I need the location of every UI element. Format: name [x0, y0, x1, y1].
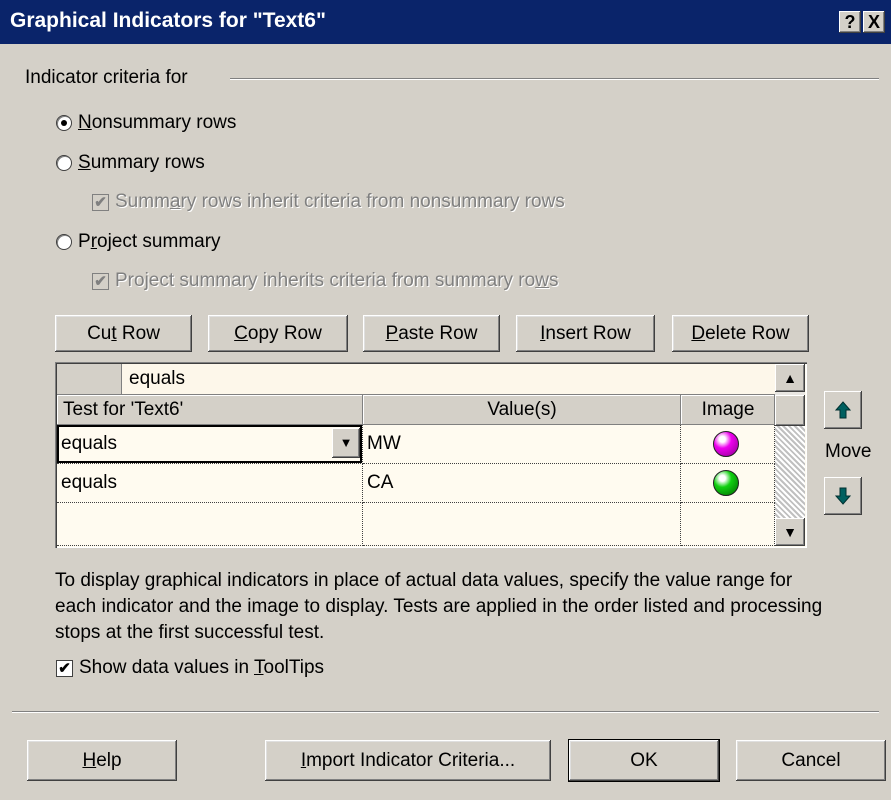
- checkbox-show-tooltips[interactable]: ✔ Show data values in ToolTips: [56, 657, 324, 679]
- row1-value[interactable]: MW: [363, 425, 681, 464]
- header-values[interactable]: Value(s): [363, 395, 681, 425]
- group-divider: [230, 78, 879, 80]
- title-bar: Graphical Indicators for "Text6" ? X: [0, 0, 891, 44]
- help-title-button[interactable]: ?: [839, 11, 861, 33]
- scroll-thumb[interactable]: [775, 395, 805, 426]
- copy-row-button[interactable]: Copy Row: [208, 315, 348, 352]
- scroll-track[interactable]: [775, 426, 805, 518]
- delete-row-button[interactable]: Delete Row: [672, 315, 809, 352]
- radio-summary-rows[interactable]: Summary rows: [56, 152, 205, 174]
- row3-value[interactable]: [363, 503, 681, 546]
- description-text: To display graphical indicators in place…: [55, 570, 823, 643]
- radio-icon: [56, 234, 72, 250]
- grid-corner: [57, 364, 122, 394]
- checkbox-project-inherit[interactable]: ✔ Project summary inherits criteria from…: [92, 270, 558, 292]
- cancel-button[interactable]: Cancel: [736, 740, 886, 781]
- scroll-down-icon[interactable]: ▼: [775, 518, 805, 546]
- move-up-button[interactable]: [824, 391, 862, 429]
- move-down-button[interactable]: [824, 477, 862, 515]
- magenta-ball-icon: [713, 431, 739, 457]
- row3-test[interactable]: [57, 503, 363, 546]
- row1-image-cell[interactable]: [681, 425, 775, 464]
- arrow-up-icon: [834, 401, 852, 419]
- radio-icon: [56, 155, 72, 171]
- checkbox-icon: ✔: [92, 193, 109, 211]
- criteria-grid: equals Test for 'Text6' Value(s) Image e…: [55, 362, 807, 548]
- checkbox-label: Show data values in ToolTips: [79, 657, 325, 678]
- window-title: Graphical Indicators for "Text6": [10, 9, 326, 32]
- radio-label: Summary rows: [78, 152, 205, 173]
- radio-icon: [56, 115, 72, 131]
- insert-row-button[interactable]: Insert Row: [516, 315, 655, 352]
- import-criteria-button[interactable]: Import Indicator Criteria...: [265, 740, 551, 781]
- edit-bar-value: equals: [129, 368, 185, 389]
- scroll-up-icon[interactable]: ▲: [775, 364, 805, 392]
- criteria-group-label: Indicator criteria for: [25, 67, 188, 88]
- row2-value[interactable]: CA: [363, 464, 681, 503]
- radio-project-summary[interactable]: Project summary: [56, 231, 221, 253]
- ok-button[interactable]: OK: [568, 739, 720, 782]
- radio-label: Project summary: [78, 231, 221, 252]
- grid-vertical-scrollbar[interactable]: ▲ ▼: [775, 364, 805, 546]
- paste-row-button[interactable]: Paste Row: [363, 315, 500, 352]
- grid-edit-bar: equals: [57, 364, 775, 395]
- header-image[interactable]: Image: [681, 395, 775, 425]
- row2-image-cell[interactable]: [681, 464, 775, 503]
- close-title-button[interactable]: X: [863, 11, 885, 33]
- row3-image-cell[interactable]: [681, 503, 775, 546]
- radio-label: Nonsummary rows: [78, 112, 237, 133]
- row1-test-combo[interactable]: equals ▼: [57, 425, 363, 464]
- header-test[interactable]: Test for 'Text6': [57, 395, 363, 425]
- move-label: Move: [825, 441, 872, 462]
- checkbox-label: Project summary inherits criteria from s…: [115, 270, 559, 291]
- green-ball-icon: [713, 470, 739, 496]
- footer-separator: [12, 711, 879, 713]
- row2-test[interactable]: equals: [57, 464, 363, 503]
- checkbox-summary-inherit[interactable]: ✔ Summary rows inherit criteria from non…: [92, 191, 565, 213]
- checkbox-label: Summary rows inherit criteria from nonsu…: [115, 191, 565, 212]
- help-button[interactable]: Help: [27, 740, 177, 781]
- arrow-down-icon: [834, 487, 852, 505]
- cut-row-button[interactable]: Cut Row: [55, 315, 192, 352]
- checkbox-icon: ✔: [56, 659, 73, 677]
- checkbox-icon: ✔: [92, 272, 109, 290]
- radio-nonsummary-rows[interactable]: Nonsummary rows: [56, 112, 236, 134]
- chevron-down-icon[interactable]: ▼: [332, 428, 360, 458]
